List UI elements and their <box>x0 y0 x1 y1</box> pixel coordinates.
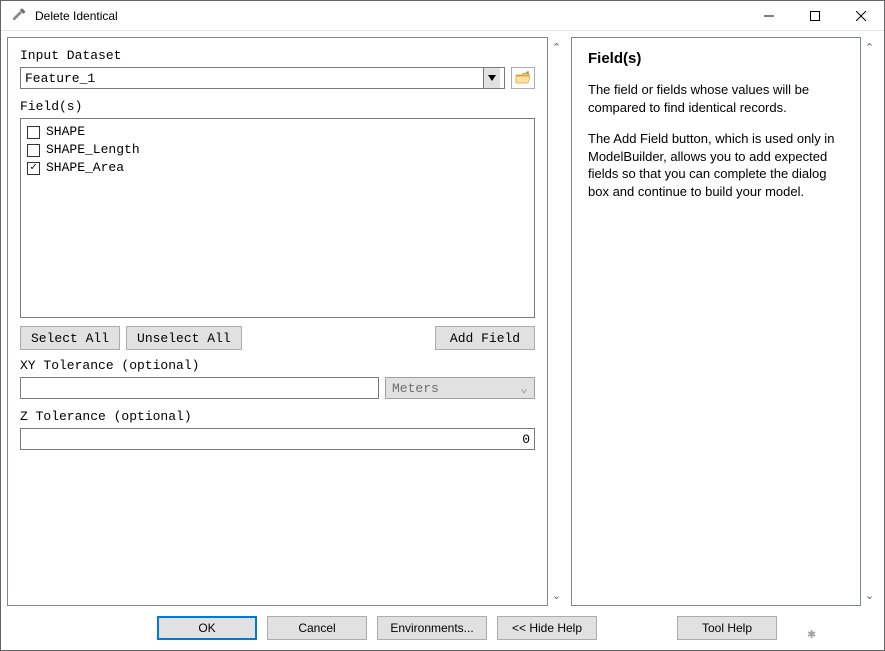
left-scrollbar[interactable]: ⌃ ⌄ <box>548 37 565 606</box>
scroll-up-icon[interactable]: ⌃ <box>552 41 561 54</box>
dialog-window: Delete Identical Input Dataset Feature_1 <box>0 0 885 651</box>
xy-unit-select[interactable]: Meters ⌄ <box>385 377 535 399</box>
parameters-panel: Input Dataset Feature_1 Field(s) <box>7 37 548 606</box>
select-all-button[interactable]: Select All <box>20 326 120 350</box>
field-name: SHAPE <box>46 123 85 141</box>
help-paragraph: The field or fields whose values will be… <box>588 81 844 116</box>
hide-help-button[interactable]: << Hide Help <box>497 616 597 640</box>
close-button[interactable] <box>838 1 884 31</box>
hammer-icon <box>11 8 27 24</box>
help-title: Field(s) <box>588 50 844 67</box>
input-dataset-value: Feature_1 <box>25 71 95 86</box>
titlebar[interactable]: Delete Identical <box>1 1 884 31</box>
input-dataset-label: Input Dataset <box>20 48 535 63</box>
checkbox-icon[interactable] <box>27 126 40 139</box>
maximize-button[interactable] <box>792 1 838 31</box>
cancel-button[interactable]: Cancel <box>267 616 367 640</box>
environments-button[interactable]: Environments... <box>377 616 487 640</box>
checkbox-icon[interactable] <box>27 144 40 157</box>
z-tolerance-label: Z Tolerance (optional) <box>20 409 535 424</box>
window-title: Delete Identical <box>35 9 746 23</box>
right-scrollbar[interactable]: ⌃ ⌄ <box>861 37 878 606</box>
minimize-button[interactable] <box>746 1 792 31</box>
help-panel: Field(s) The field or fields whose value… <box>571 37 861 606</box>
z-tolerance-input[interactable] <box>20 428 535 450</box>
client-area: Input Dataset Feature_1 Field(s) <box>1 31 884 650</box>
checkbox-icon[interactable] <box>27 162 40 175</box>
scroll-down-icon[interactable]: ⌄ <box>552 589 561 602</box>
field-name: SHAPE_Area <box>46 159 124 177</box>
ok-button[interactable]: OK <box>157 616 257 640</box>
chevron-down-icon: ⌄ <box>520 381 528 396</box>
field-row[interactable]: SHAPE_Area <box>27 159 528 177</box>
scroll-up-icon[interactable]: ⌃ <box>865 41 874 54</box>
field-row[interactable]: SHAPE <box>27 123 528 141</box>
folder-open-icon <box>515 71 531 85</box>
xy-tolerance-label: XY Tolerance (optional) <box>20 358 535 373</box>
field-row[interactable]: SHAPE_Length <box>27 141 528 159</box>
fields-listbox[interactable]: SHAPE SHAPE_Length SHAPE_Area <box>20 118 535 318</box>
unselect-all-button[interactable]: Unselect All <box>126 326 242 350</box>
xy-unit-value: Meters <box>392 381 439 396</box>
input-dataset-combo[interactable]: Feature_1 <box>20 67 505 89</box>
dialog-footer: OK Cancel Environments... << Hide Help T… <box>7 606 878 650</box>
browse-button[interactable] <box>511 67 535 89</box>
add-field-button[interactable]: Add Field <box>435 326 535 350</box>
fields-label: Field(s) <box>20 99 535 114</box>
xy-tolerance-input[interactable] <box>20 377 379 399</box>
left-wrap: Input Dataset Feature_1 Field(s) <box>7 37 565 606</box>
help-paragraph: The Add Field button, which is used only… <box>588 130 844 200</box>
main-area: Input Dataset Feature_1 Field(s) <box>7 37 878 606</box>
tool-help-button[interactable]: Tool Help <box>677 616 777 640</box>
dropdown-icon[interactable] <box>483 68 500 88</box>
field-name: SHAPE_Length <box>46 141 140 159</box>
scroll-down-icon[interactable]: ⌄ <box>865 589 874 602</box>
